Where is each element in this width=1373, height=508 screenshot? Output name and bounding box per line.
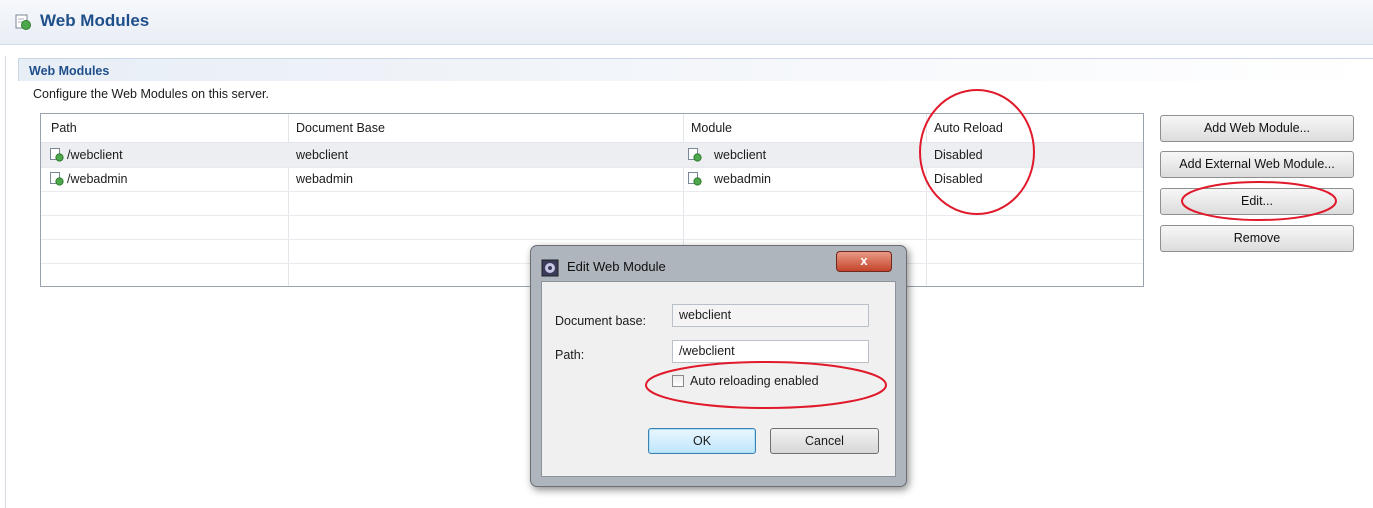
- cell-auto-reload: Disabled: [934, 148, 983, 162]
- dialog-body: Document base: webclient Path: /webclien…: [541, 281, 896, 477]
- column-header-module[interactable]: Module: [691, 121, 732, 135]
- section-description: Configure the Web Modules on this server…: [33, 87, 270, 101]
- column-header-auto-reload[interactable]: Auto Reload: [934, 121, 1003, 135]
- page-title: Web Modules: [40, 11, 150, 30]
- cell-document-base: webclient: [296, 148, 349, 162]
- table-row[interactable]: /webclient webclient webclient Disabled: [41, 143, 1143, 168]
- dialog-titlebar[interactable]: Edit Web Module x: [531, 246, 906, 280]
- auto-reload-checkbox[interactable]: [672, 375, 684, 387]
- web-module-icon: [49, 147, 64, 165]
- web-module-icon: [14, 13, 32, 34]
- add-external-web-module-button[interactable]: Add External Web Module...: [1160, 151, 1354, 178]
- cell-path: /webclient: [67, 148, 123, 162]
- ok-button[interactable]: OK: [648, 428, 756, 454]
- column-header-path[interactable]: Path: [51, 121, 77, 135]
- close-button[interactable]: x: [836, 251, 892, 272]
- path-field[interactable]: /webclient: [672, 340, 869, 363]
- empty-row: [41, 215, 1143, 240]
- remove-button[interactable]: Remove: [1160, 225, 1354, 252]
- cell-module: webadmin: [714, 172, 771, 186]
- cell-module: webclient: [714, 148, 767, 162]
- web-module-icon: [687, 147, 702, 165]
- cell-auto-reload: Disabled: [934, 172, 983, 186]
- section-header[interactable]: Web Modules: [18, 58, 1373, 81]
- left-divider: [5, 56, 6, 508]
- add-web-module-button[interactable]: Add Web Module...: [1160, 115, 1354, 142]
- document-base-label: Document base:: [555, 314, 647, 328]
- cell-path: /webadmin: [67, 172, 128, 186]
- close-icon: x: [860, 253, 868, 268]
- document-base-field[interactable]: webclient: [672, 304, 869, 327]
- dialog-title: Edit Web Module: [567, 259, 666, 274]
- cell-document-base: webadmin: [296, 172, 353, 186]
- page-header: Web Modules: [0, 0, 1373, 45]
- eclipse-icon: [541, 259, 559, 280]
- web-module-icon: [49, 171, 64, 189]
- table-row[interactable]: /webadmin webadmin webadmin Disabled: [41, 167, 1143, 192]
- empty-row: [41, 191, 1143, 216]
- edit-web-module-dialog[interactable]: Edit Web Module x Document base: webclie…: [530, 245, 907, 487]
- section-title: Web Modules: [29, 64, 110, 78]
- column-header-document-base[interactable]: Document Base: [296, 121, 385, 135]
- cancel-button[interactable]: Cancel: [770, 428, 879, 454]
- web-module-icon: [687, 171, 702, 189]
- path-label: Path:: [555, 348, 585, 362]
- auto-reload-label[interactable]: Auto reloading enabled: [690, 374, 819, 388]
- edit-button[interactable]: Edit...: [1160, 188, 1354, 215]
- table-header: Path Document Base Module Auto Reload: [41, 114, 1143, 143]
